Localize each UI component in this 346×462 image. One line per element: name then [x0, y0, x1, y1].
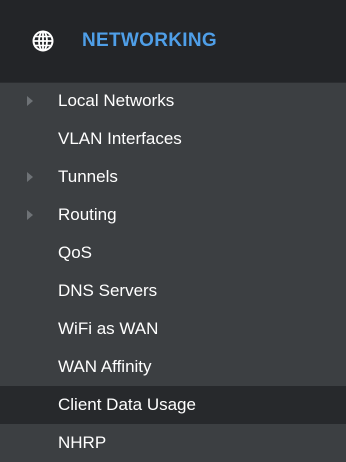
menu-item-label: WAN Affinity	[58, 357, 152, 376]
menu-item-nhrp[interactable]: NHRP	[0, 424, 346, 462]
expand-arrow-icon[interactable]	[27, 96, 33, 106]
menu-item-label: VLAN Interfaces	[58, 129, 182, 148]
menu-item-vlan-interfaces[interactable]: VLAN Interfaces	[0, 120, 346, 158]
menu-item-label: Client Data Usage	[58, 395, 196, 414]
menu-item-local-networks[interactable]: Local Networks	[0, 82, 346, 120]
menu-item-client-data-usage[interactable]: Client Data Usage	[0, 386, 346, 424]
networking-section-header[interactable]: NETWORKING	[0, 0, 346, 82]
menu-item-label: Local Networks	[58, 91, 175, 110]
networking-menu: Local Networks VLAN Interfaces Tunnels R…	[0, 82, 346, 462]
menu-item-label: DNS Servers	[58, 281, 158, 300]
networking-sidebar-panel: NETWORKING Local Networks VLAN Interface…	[0, 0, 346, 462]
menu-item-qos[interactable]: QoS	[0, 234, 346, 272]
expand-arrow-icon[interactable]	[27, 210, 33, 220]
menu-item-label: NHRP	[58, 433, 107, 452]
menu-item-tunnels[interactable]: Tunnels	[0, 158, 346, 196]
globe-icon	[32, 30, 54, 52]
menu-item-routing[interactable]: Routing	[0, 196, 346, 234]
section-title: NETWORKING	[82, 30, 217, 51]
menu-item-label: Tunnels	[58, 167, 118, 186]
menu-item-label: QoS	[58, 243, 93, 262]
menu-item-wifi-as-wan[interactable]: WiFi as WAN	[0, 310, 346, 348]
menu-item-wan-affinity[interactable]: WAN Affinity	[0, 348, 346, 386]
menu-item-label: Routing	[58, 205, 117, 224]
expand-arrow-icon[interactable]	[27, 172, 33, 182]
menu-item-dns-servers[interactable]: DNS Servers	[0, 272, 346, 310]
menu-item-label: WiFi as WAN	[58, 319, 159, 338]
